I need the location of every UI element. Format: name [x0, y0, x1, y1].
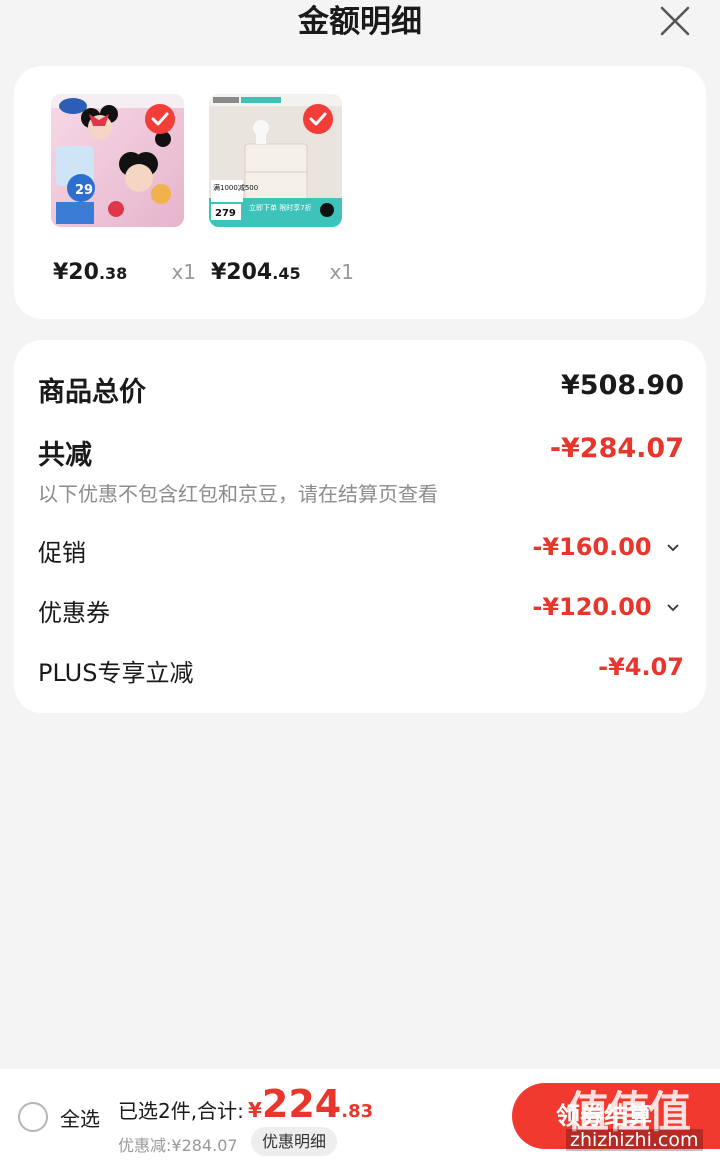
select-all-label[interactable]: 全选: [60, 1103, 100, 1132]
price-int: ¥20: [53, 260, 99, 285]
close-icon: [660, 6, 690, 36]
total-currency: ¥: [248, 1098, 262, 1122]
promo-label: 促销: [38, 539, 86, 567]
product-qty: x1: [171, 260, 196, 284]
promo-value: -¥160.00: [532, 533, 680, 561]
close-button[interactable]: [656, 2, 694, 40]
coupon-amount: -¥120.00: [532, 593, 652, 621]
check-icon: [151, 112, 169, 126]
total-price-label: 商品总价: [38, 377, 146, 408]
thumb-promo: 立即下单 限时享7折: [249, 203, 312, 212]
plus-label: PLUS专享立减: [38, 659, 194, 687]
thumb-badge: 29: [75, 183, 93, 198]
total-amount: ¥224.83: [248, 1082, 373, 1126]
total-price-value: ¥508.90: [561, 370, 684, 401]
price-dec: .38: [98, 264, 128, 283]
total-int: 224: [261, 1082, 342, 1126]
coupon-value: -¥120.00: [532, 593, 680, 621]
product-card: 29 ¥20.38 x1 满1000减500 279 立即下单 限时享7折 ¥2…: [14, 66, 706, 319]
price-summary-card: 商品总价 ¥508.90 共减 -¥284.07 以下优惠不包含红包和京豆，请在…: [14, 340, 706, 713]
product-price: ¥204.45: [211, 260, 301, 285]
product-qty: x1: [329, 260, 354, 284]
watermark-url: zhizhizhi.com: [566, 1129, 703, 1151]
chevron-down-icon[interactable]: [666, 603, 680, 613]
thumb-price: 279: [215, 208, 236, 219]
total-dec: .83: [341, 1101, 374, 1122]
price-dec: .45: [272, 264, 301, 283]
thumb-promo-line: 满1000减500: [213, 183, 258, 192]
selected-count: 已选2件,合计:: [118, 1099, 244, 1123]
selected-check[interactable]: [145, 104, 175, 134]
page-title: 金额明细: [298, 4, 422, 40]
product-thumb-1[interactable]: 29: [51, 94, 184, 227]
price-int: ¥204: [211, 260, 273, 285]
select-all-radio[interactable]: [18, 1102, 48, 1132]
selected-check[interactable]: [303, 104, 333, 134]
discount-value: -¥284.07: [549, 433, 684, 464]
coupon-label: 优惠券: [38, 599, 110, 627]
product-item-2[interactable]: 满1000减500 279 立即下单 限时享7折 ¥204.45 x1: [209, 94, 354, 285]
chevron-down-icon[interactable]: [666, 543, 680, 553]
promo-amount: -¥160.00: [532, 533, 652, 561]
plus-value: -¥4.07: [598, 653, 684, 681]
product-price: ¥20.38: [53, 260, 127, 285]
saved-amount: 优惠减:¥284.07: [118, 1136, 238, 1155]
check-icon: [309, 112, 327, 126]
product-item-1[interactable]: 29 ¥20.38 x1: [51, 94, 196, 285]
discount-note-text: 以下优惠不包含红包和京豆，请在结算页查看: [38, 482, 438, 506]
bottom-bar: 全选 已选2件,合计: ¥224.83 优惠减:¥284.07 优惠明细 领券结…: [0, 1069, 720, 1162]
header: 金额明细: [0, 0, 720, 44]
discount-detail-button[interactable]: 优惠明细: [251, 1127, 338, 1156]
product-thumb-2[interactable]: 满1000减500 279 立即下单 限时享7折: [209, 94, 342, 227]
discount-label: 共减: [38, 440, 92, 471]
